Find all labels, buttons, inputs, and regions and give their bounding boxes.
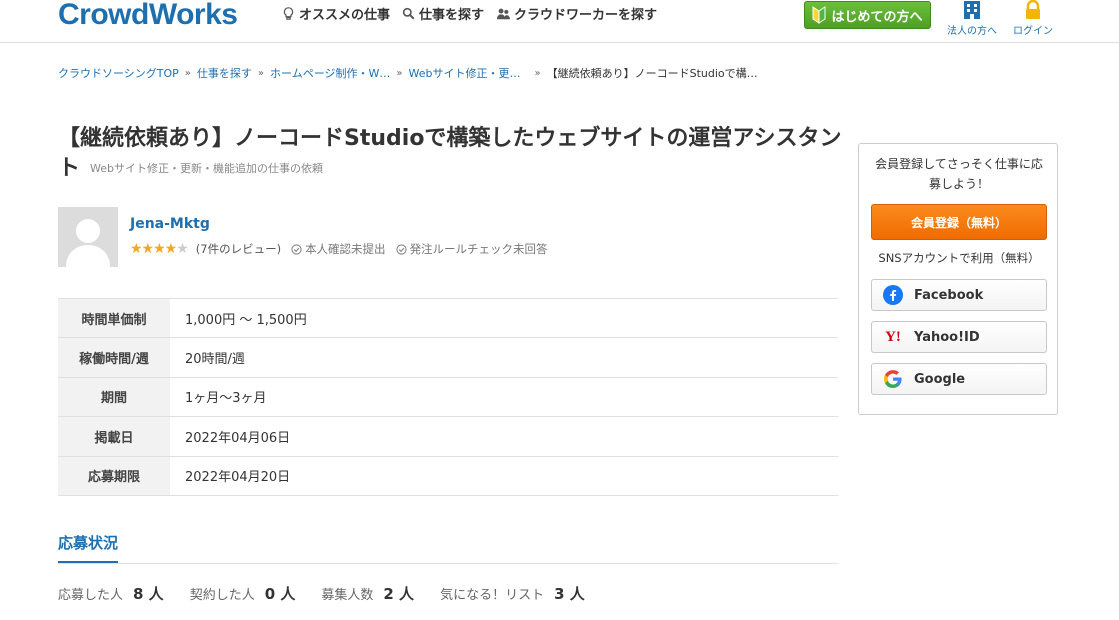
- breadcrumb-separator: »: [396, 67, 403, 79]
- breadcrumb-separator: »: [257, 67, 265, 79]
- corporate-link-label: 法人の方へ: [947, 26, 997, 37]
- table-row: 期間 1ヶ月〜3ヶ月: [58, 377, 838, 417]
- job-details-table: 時間単価制 1,000円 〜 1,500円 稼働時間/週 20時間/週 期間 1ヶ月〜…: [58, 298, 838, 496]
- stat-value: 0 人: [264, 585, 296, 603]
- beginner-guide-label: はじめての方へ: [831, 9, 923, 25]
- detail-label: 応募期限: [58, 456, 170, 496]
- breadcrumb-separator: »: [534, 67, 541, 79]
- beginner-guide-button[interactable]: はじめての方へ: [804, 1, 931, 29]
- tab-application-status[interactable]: 応募状況: [58, 532, 119, 564]
- stat-value: 8 人: [133, 585, 164, 603]
- table-row: 掲載日 2022年04月06日: [58, 416, 838, 457]
- nav-find-workers[interactable]: クラウドワーカーを探す: [497, 4, 657, 23]
- google-icon: [882, 368, 904, 390]
- detail-label: 時間単価制: [58, 298, 170, 338]
- breadcrumb-subcategory[interactable]: Webサイト修正・更…: [409, 65, 521, 81]
- building-icon: [964, 1, 980, 19]
- job-category: Webサイト修正・更新・機能追加の仕事の依頼: [90, 162, 323, 175]
- facebook-label: Facebook: [914, 287, 984, 303]
- detail-value: 1ヶ月〜3ヶ月: [185, 391, 267, 407]
- detail-label: 期間: [58, 377, 170, 417]
- check-circle-icon: [291, 243, 302, 255]
- search-icon: [402, 7, 415, 20]
- nav-label: クラウドワーカーを探す: [514, 8, 658, 23]
- breadcrumb-find-jobs[interactable]: 仕事を探す: [197, 65, 252, 81]
- facebook-login-button[interactable]: Facebook: [871, 279, 1047, 311]
- identity-status-text: 本人確認未提出: [305, 242, 386, 256]
- nav-label: 仕事を探す: [419, 8, 485, 23]
- facebook-icon: [882, 284, 904, 306]
- identity-status: 本人確認未提出: [291, 241, 386, 257]
- detail-label: 掲載日: [58, 416, 170, 457]
- breadcrumb-top[interactable]: クラウドソーシングTOP: [58, 65, 179, 81]
- site-logo[interactable]: CrowdWorks: [58, 0, 238, 32]
- application-stats: 応募した人 8 人 契約した人 0 人 募集人数 2 人 気になる！リスト 3 人: [58, 583, 611, 604]
- stat-label: 募集人数: [321, 588, 374, 603]
- yahoo-login-button[interactable]: Y! Yahoo!ID: [871, 321, 1047, 353]
- yahoo-icon: Y!: [885, 328, 901, 345]
- divider: [58, 563, 838, 564]
- google-login-button[interactable]: Google: [871, 363, 1047, 395]
- breadcrumb: クラウドソーシングTOP » 仕事を探す » ホームページ制作・W… » Web…: [58, 65, 758, 81]
- nav-recommended-jobs[interactable]: オススメの仕事: [282, 4, 390, 23]
- nav-label: オススメの仕事: [299, 8, 391, 23]
- login-link-label: ログイン: [1013, 26, 1053, 37]
- review-count[interactable]: (7件のレビュー): [196, 241, 281, 257]
- table-row: 応募期限 2022年04月20日: [58, 456, 838, 496]
- stat-value: 2 人: [383, 585, 415, 603]
- signup-lead: 会員登録してさっそく仕事に応募しよう！: [875, 157, 1043, 191]
- site-header: CrowdWorks オススメの仕事 仕事を探す クラウドワーカーを探す はじめ…: [0, 0, 1119, 43]
- register-button[interactable]: 会員登録（無料）: [871, 204, 1047, 240]
- corporate-link[interactable]: 法人の方へ: [942, 0, 1002, 37]
- nav-find-jobs[interactable]: 仕事を探す: [402, 4, 484, 23]
- detail-value: 20時間/週: [185, 352, 245, 368]
- detail-value: 2022年04月20日: [185, 470, 291, 486]
- detail-label: 稼働時間/週: [58, 337, 170, 378]
- half-star-icon: ★: [176, 241, 189, 257]
- breadcrumb-separator: »: [184, 67, 191, 79]
- client-meta: ★★★★★ (7件のレビュー) 本人確認未提出 発注ルールチェック未回答: [130, 241, 548, 257]
- rule-check-status: 発注ルールチェック未回答: [395, 241, 548, 257]
- rating-stars: ★★★★★: [130, 241, 189, 257]
- users-icon: [497, 8, 510, 20]
- stat-value: 3 人: [554, 585, 585, 603]
- beginner-mark-icon: [812, 6, 826, 24]
- rule-check-status-text: 発注ルールチェック未回答: [409, 242, 548, 256]
- table-row: 時間単価制 1,000円 〜 1,500円: [58, 298, 838, 338]
- stat-label: 気になる！リスト: [440, 588, 545, 603]
- sns-lead: SNSアカウントで利用（無料）: [878, 251, 1040, 265]
- lightbulb-icon: [283, 7, 294, 20]
- client-name[interactable]: Jena-Mktg: [130, 216, 210, 232]
- job-title: 【継続依頼あり】ノーコードStudioで構築したウェブサイトの運営アシスタント W…: [58, 124, 848, 184]
- user-placeholder-icon: [66, 219, 110, 267]
- stat-label: 応募した人: [58, 588, 124, 603]
- stat-label: 契約した人: [189, 588, 255, 603]
- signup-panel: 会員登録してさっそく仕事に応募しよう！ 会員登録（無料） SNSアカウントで利用…: [858, 143, 1058, 415]
- breadcrumb-category[interactable]: ホームページ制作・W…: [270, 65, 390, 81]
- yahoo-label: Yahoo!ID: [914, 329, 980, 345]
- google-label: Google: [914, 371, 966, 387]
- lock-icon: [1026, 0, 1040, 19]
- client-avatar[interactable]: [58, 207, 118, 267]
- detail-value: 2022年04月06日: [185, 430, 291, 446]
- breadcrumb-current: 【継続依頼あり】ノーコードStudioで構…: [546, 67, 758, 80]
- check-circle-icon: [395, 243, 407, 255]
- detail-value: 1,000円 〜 1,500円: [185, 312, 307, 328]
- table-row: 稼働時間/週 20時間/週: [58, 337, 838, 378]
- login-link[interactable]: ログイン: [1003, 0, 1063, 37]
